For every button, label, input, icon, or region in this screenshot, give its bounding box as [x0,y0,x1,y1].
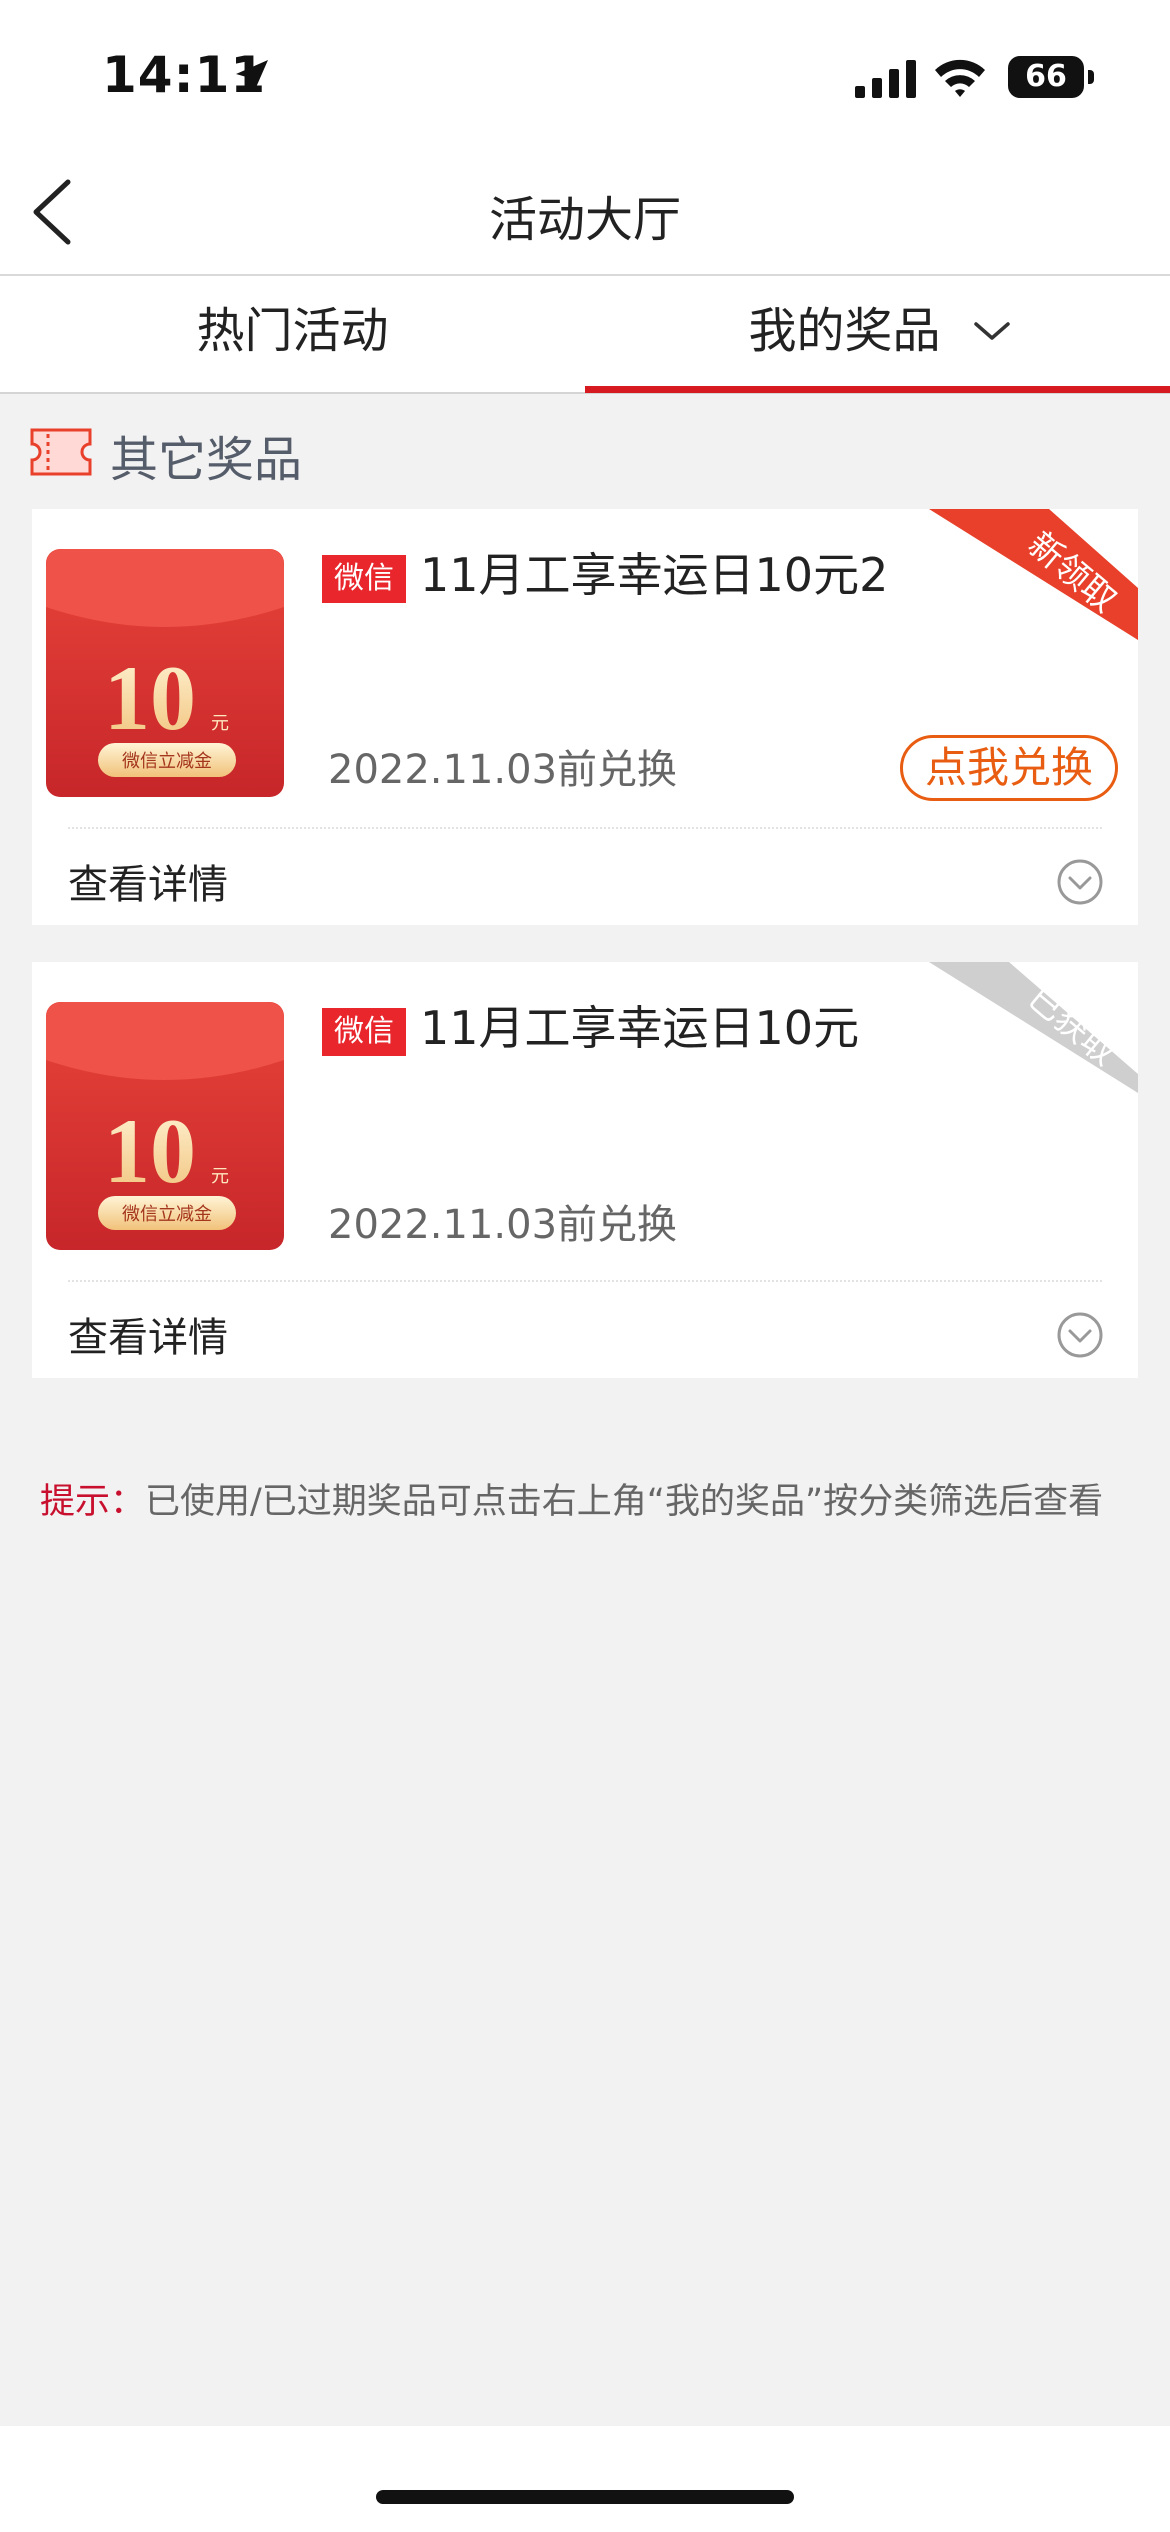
ticket-icon [30,428,92,476]
card-divider [68,1280,1102,1282]
wifi-icon [935,59,985,97]
wechat-badge: 微信 [322,555,406,603]
wechat-badge: 微信 [322,1008,406,1056]
envelope-unit: 元 [211,1166,229,1187]
chevron-down-icon[interactable] [970,316,1014,346]
nav-bar: 活动大厅 [0,150,1170,276]
prize-card: 10 元 微信立减金 微信 11月工享幸运日10元 2022.11.03前兑换 … [32,962,1138,1378]
envelope-amount: 10 [104,1100,196,1202]
tip-body: 已使用/已过期奖品可点击右上角“我的奖品”按分类筛选后查看 [145,1482,1104,1522]
tab-my-prizes[interactable]: 我的奖品 [585,276,1170,392]
active-tab-indicator [585,386,1170,393]
section-title: 其它奖品 [110,432,303,488]
prize-title: 11月工享幸运日10元2 [420,548,889,602]
tip-text: 提示：已使用/已过期奖品可点击右上角“我的奖品”按分类筛选后查看 [40,1473,1103,1524]
card-divider [68,827,1102,829]
tip-label: 提示： [40,1482,146,1522]
expand-circle-icon[interactable] [1055,857,1105,907]
redeem-button[interactable]: 点我兑换 [900,735,1118,801]
envelope-unit: 元 [211,713,229,734]
expire-date: 2022.11.03前兑换 [328,747,678,793]
new-received-ribbon: 新领取 [927,509,1138,640]
envelope-caption: 微信立减金 [122,1204,212,1225]
prize-title: 11月工享幸运日10元 [420,1001,860,1055]
expand-circle-icon[interactable] [1055,1310,1105,1360]
view-details-link[interactable]: 查看详情 [68,1305,228,1363]
red-envelope-image: 10 元 微信立减金 [46,1002,284,1250]
battery-level: 66 [1025,59,1067,94]
envelope-amount: 10 [104,647,196,749]
tab-bar: 热门活动 我的奖品 [0,276,1170,394]
tab-hot-activities[interactable]: 热门活动 [0,276,585,392]
status-bar: 14:11 66 [0,0,1170,150]
envelope-caption: 微信立减金 [122,751,212,772]
prize-card: 10 元 微信立减金 微信 11月工享幸运日10元2 2022.11.03前兑换… [32,509,1138,925]
battery-icon: 66 [1008,56,1084,98]
view-details-link[interactable]: 查看详情 [68,852,228,910]
obtained-ribbon: 已获取 [929,962,1138,1093]
bottom-safe-area [0,2426,1170,2532]
cellular-signal-icon [855,60,916,98]
red-envelope-image: 10 元 微信立减金 [46,549,284,797]
expire-date: 2022.11.03前兑换 [328,1202,678,1248]
battery-tip [1088,70,1094,84]
page-title: 活动大厅 [488,192,681,248]
location-arrow-icon [236,60,268,92]
home-indicator[interactable] [376,2490,794,2504]
tab-my-prizes-label: 我的奖品 [748,303,941,359]
